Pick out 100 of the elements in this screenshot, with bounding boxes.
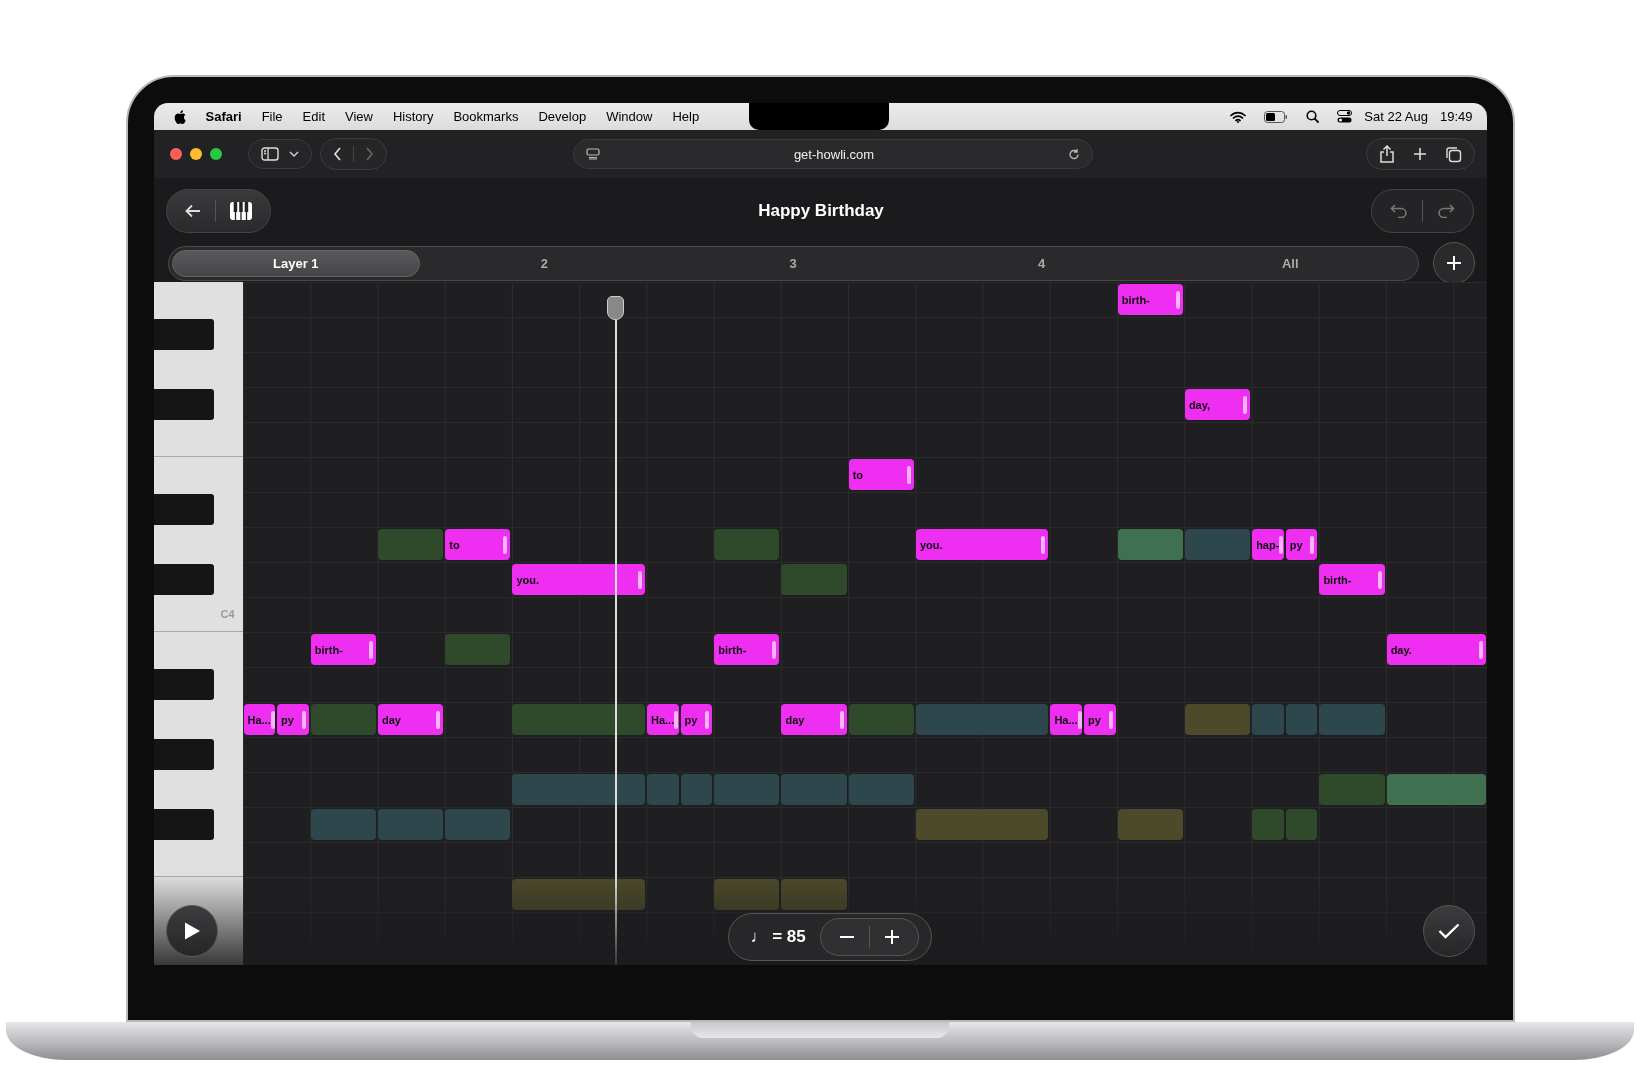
tabs-overview-icon[interactable] <box>1444 145 1462 163</box>
accompaniment-note[interactable] <box>1285 704 1318 735</box>
lyric-note[interactable]: hap- <box>1252 529 1284 560</box>
resize-handle[interactable] <box>503 535 508 554</box>
lyric-note[interactable]: birth- <box>1319 564 1385 595</box>
apple-icon[interactable] <box>173 109 186 124</box>
accompaniment-note[interactable] <box>310 704 376 735</box>
accompaniment-note[interactable] <box>512 879 645 910</box>
lyric-note[interactable]: py <box>1285 529 1318 560</box>
resize-handle[interactable] <box>1108 710 1113 729</box>
layer-tab[interactable]: 4 <box>917 249 1166 277</box>
new-tab-icon[interactable] <box>1412 147 1427 161</box>
resize-handle[interactable] <box>369 640 373 659</box>
layer-tab[interactable]: 3 <box>668 249 918 277</box>
accompaniment-note[interactable] <box>310 809 376 840</box>
minimize-button[interactable] <box>189 148 202 160</box>
accompaniment-note[interactable] <box>714 879 780 910</box>
search-icon[interactable] <box>1306 110 1320 123</box>
menu-item[interactable]: File <box>261 109 283 124</box>
lyric-note[interactable]: day. <box>1386 634 1486 665</box>
resize-handle[interactable] <box>1077 710 1082 729</box>
resize-handle[interactable] <box>674 710 679 729</box>
accompaniment-note[interactable] <box>646 774 679 805</box>
lyric-note[interactable]: Ha... <box>646 704 679 735</box>
add-layer-button[interactable] <box>1432 242 1475 284</box>
resize-handle[interactable] <box>1175 290 1180 309</box>
resize-handle[interactable] <box>270 710 275 729</box>
menu-item[interactable]: History <box>392 109 434 124</box>
resize-handle[interactable] <box>637 570 642 589</box>
control-center-icon[interactable] <box>1337 110 1353 123</box>
battery-icon[interactable] <box>1264 110 1289 123</box>
menu-item[interactable]: Window <box>606 109 653 124</box>
accompaniment-note[interactable] <box>1252 809 1284 840</box>
menu-app-name[interactable]: Safari <box>205 109 242 124</box>
accompaniment-note[interactable] <box>1252 704 1284 735</box>
accompaniment-note[interactable] <box>1285 809 1318 840</box>
piano-keys-icon[interactable] <box>229 202 252 220</box>
lyric-note[interactable]: to <box>848 459 914 490</box>
reload-icon[interactable] <box>1068 147 1080 161</box>
resize-handle[interactable] <box>772 640 777 659</box>
menu-item[interactable]: Bookmarks <box>453 109 519 124</box>
accompaniment-note[interactable] <box>1117 529 1183 560</box>
menu-date[interactable]: Sat 22 Aug <box>1364 109 1428 124</box>
accompaniment-note[interactable] <box>445 634 511 665</box>
lyric-note[interactable]: py <box>277 704 309 735</box>
accompaniment-note[interactable] <box>915 809 1049 840</box>
resize-handle[interactable] <box>1041 535 1046 554</box>
accompaniment-note[interactable] <box>915 704 1049 735</box>
redo-icon[interactable] <box>1437 204 1456 218</box>
resize-handle[interactable] <box>301 710 306 729</box>
lyric-note[interactable]: to <box>445 529 511 560</box>
layer-tab[interactable]: Layer 1 <box>171 249 421 277</box>
back-arrow-icon[interactable] <box>184 204 201 218</box>
accompaniment-note[interactable] <box>848 704 914 735</box>
accompaniment-note[interactable] <box>445 809 511 840</box>
menu-time[interactable]: 19:49 <box>1439 109 1473 124</box>
resize-handle[interactable] <box>1478 640 1483 659</box>
page-menu-icon[interactable] <box>586 148 600 160</box>
resize-handle[interactable] <box>436 710 441 729</box>
sidebar-button[interactable] <box>247 139 312 169</box>
accompaniment-note[interactable] <box>1184 704 1251 735</box>
address-field[interactable]: get-howli.com <box>573 139 1093 169</box>
lyric-note[interactable]: Ha... <box>1050 704 1083 735</box>
layer-tab[interactable]: 2 <box>420 249 669 277</box>
accompaniment-note[interactable] <box>781 879 847 910</box>
accompaniment-note[interactable] <box>378 809 444 840</box>
accompaniment-note[interactable] <box>1117 809 1183 840</box>
layer-tab[interactable]: All <box>1165 249 1415 277</box>
zoom-button[interactable] <box>209 148 222 160</box>
lyric-note[interactable]: py <box>680 704 713 735</box>
accompaniment-note[interactable] <box>1184 529 1251 560</box>
menu-item[interactable]: Edit <box>302 109 325 124</box>
lyric-note[interactable]: day <box>378 704 444 735</box>
wifi-icon[interactable] <box>1230 110 1247 123</box>
lyric-note[interactable]: birth- <box>1117 284 1183 315</box>
resize-handle[interactable] <box>1243 395 1248 414</box>
menu-item[interactable]: Develop <box>538 109 587 124</box>
lyric-note[interactable]: you. <box>915 529 1049 560</box>
lyric-note[interactable]: py <box>1084 704 1116 735</box>
lyric-note[interactable]: you. <box>512 564 645 595</box>
undo-icon[interactable] <box>1390 204 1409 218</box>
share-icon[interactable] <box>1378 145 1395 163</box>
resize-handle[interactable] <box>1279 535 1284 554</box>
resize-handle[interactable] <box>1377 570 1382 589</box>
lyric-note[interactable]: Ha... <box>243 704 276 735</box>
resize-handle[interactable] <box>839 710 844 729</box>
navigation-buttons[interactable] <box>319 138 387 170</box>
accompaniment-note[interactable] <box>714 529 780 560</box>
close-button[interactable] <box>169 148 182 160</box>
lyric-note[interactable]: day, <box>1184 389 1251 420</box>
resize-handle[interactable] <box>1310 535 1315 554</box>
accompaniment-note[interactable] <box>848 774 914 805</box>
lyric-note[interactable]: birth- <box>310 634 376 665</box>
lyric-note[interactable]: day <box>781 704 847 735</box>
resize-handle[interactable] <box>705 710 710 729</box>
resize-handle[interactable] <box>906 465 911 484</box>
accompaniment-note[interactable] <box>680 774 713 805</box>
menu-item[interactable]: View <box>345 109 373 124</box>
playhead[interactable] <box>607 296 624 965</box>
accompaniment-note[interactable] <box>378 529 444 560</box>
